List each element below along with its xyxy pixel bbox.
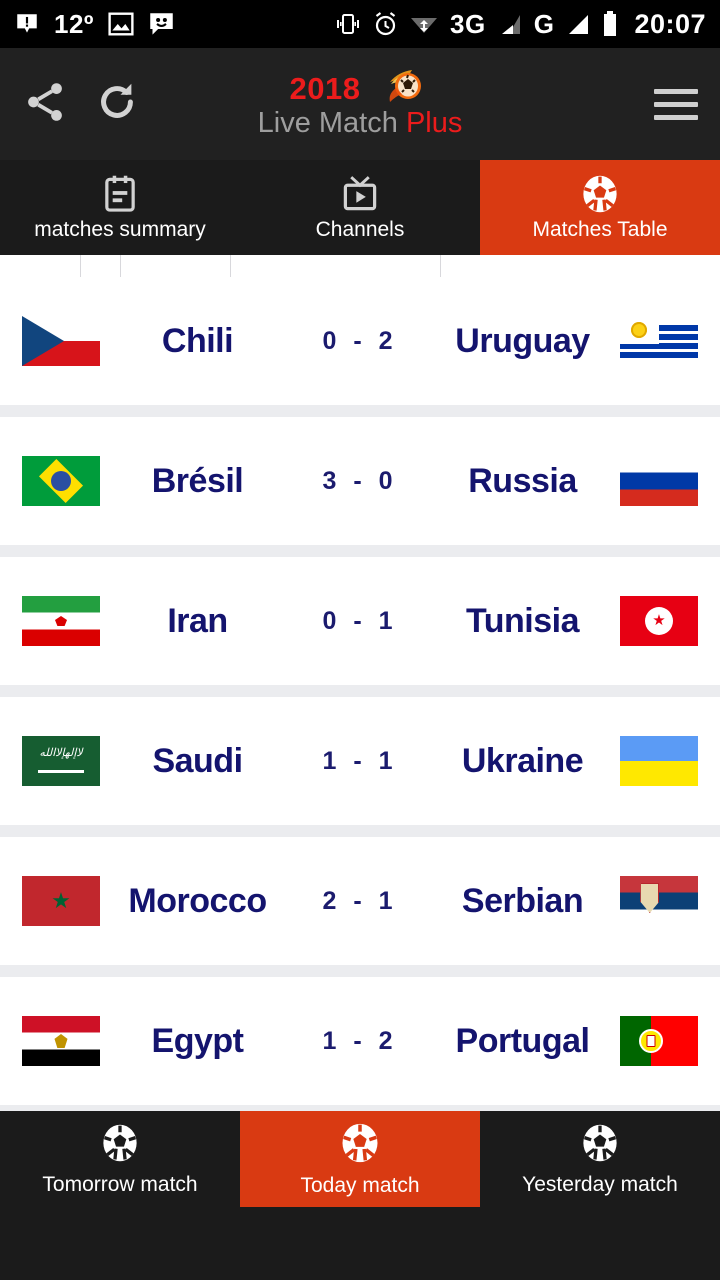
sms-smiley-icon [148, 12, 175, 37]
match-score: 3 - 0 [322, 466, 398, 495]
tunisia-flag [620, 596, 698, 646]
table-row[interactable]: Morocco 2 - 1 Serbian [0, 837, 720, 965]
home-team-name: Brésil [151, 461, 244, 500]
title-main: Live Match [257, 106, 398, 139]
alarm-icon [373, 12, 398, 36]
ukraine-flag [620, 736, 698, 786]
match-score: 1 - 1 [322, 746, 398, 775]
nav-item-today-match[interactable]: Today match [240, 1111, 480, 1207]
temperature-text: 12º [54, 8, 94, 39]
tab-channels[interactable]: Channels [240, 160, 480, 255]
home-team-name: Egypt [151, 1021, 244, 1060]
table-row[interactable]: Chili 0 - 2 Uruguay [0, 277, 720, 405]
screen-filler [0, 1207, 720, 1280]
tab-label: Matches Table [532, 218, 668, 241]
share-icon[interactable] [22, 79, 68, 130]
iran-flag [22, 596, 100, 646]
soccer-ball-icon [581, 1124, 619, 1167]
saudi-flag: لاإلهإلاالله [22, 736, 100, 786]
signal-icon [498, 13, 522, 36]
egypt-flag [22, 1016, 100, 1066]
status-bar: 12º 3G G 20:07 [0, 0, 720, 48]
match-score: 1 - 2 [322, 1026, 398, 1055]
home-team-name: Chili [161, 321, 234, 360]
image-icon [108, 12, 134, 36]
soccer-ball-icon [340, 1123, 380, 1168]
away-team-name: Serbian [461, 881, 584, 920]
hamburger-line [654, 88, 698, 94]
home-team-name: Iran [167, 601, 228, 640]
table-row[interactable]: لاإلهإلاالله Saudi 1 - 1 Ukraine [0, 697, 720, 825]
refresh-icon[interactable] [94, 79, 140, 130]
clock-text: 20:07 [634, 8, 706, 39]
network-3g-label: 3G [450, 8, 486, 39]
app-header: 2018 Live Match Plus [0, 48, 720, 160]
nav-item-yesterday-match[interactable]: Yesterday match [480, 1111, 720, 1207]
status-bar-right: 3G G 20:07 [335, 9, 706, 40]
soccer-ball-icon [101, 1124, 139, 1167]
table-row[interactable]: Egypt 1 - 2 Portugal [0, 977, 720, 1105]
away-team-name: Tunisia [466, 601, 580, 640]
title-bottom-row: Live Match Plus [258, 107, 463, 140]
match-score: 0 - 2 [322, 326, 398, 355]
russia-flag [620, 456, 698, 506]
away-team-name: Portugal [455, 1021, 590, 1060]
table-row[interactable]: Iran 0 - 1 Tunisia [0, 557, 720, 685]
title-accent: Plus [405, 106, 463, 139]
nav-label: Yesterday match [522, 1172, 678, 1196]
column-divider-lines [0, 255, 720, 277]
status-bar-left: 12º [14, 9, 175, 40]
matches-list[interactable]: Chili 0 - 2 Uruguay Brésil 3 - 0 Russia … [0, 255, 720, 1111]
morocco-flag [22, 876, 100, 926]
tab-bar: matches summary Channels Matches Table [0, 160, 720, 255]
data-transfer-icon [410, 12, 438, 36]
tv-icon [340, 175, 380, 213]
hamburger-line [654, 101, 698, 107]
tab-label: Channels [315, 218, 405, 241]
title-year: 2018 [289, 70, 361, 106]
title-top-row: 2018 [290, 69, 431, 109]
match-score: 2 - 1 [322, 886, 398, 915]
away-team-name: Ukraine [461, 741, 584, 780]
table-row[interactable]: Brésil 3 - 0 Russia [0, 417, 720, 545]
hamburger-menu-icon[interactable] [654, 88, 698, 120]
calendar-icon [102, 175, 138, 213]
nav-label: Today match [300, 1173, 420, 1197]
vibrate-icon [335, 12, 361, 36]
away-team-name: Uruguay [455, 321, 590, 360]
tab-label: matches summary [34, 218, 206, 241]
uruguay-flag [620, 316, 698, 366]
match-score: 0 - 1 [322, 606, 398, 635]
home-team-name: Morocco [128, 881, 267, 920]
home-team-name: Saudi [152, 741, 243, 780]
away-team-name: Russia [468, 461, 577, 500]
hamburger-line [654, 114, 698, 120]
alert-bubble-icon [14, 11, 40, 37]
portugal-flag [620, 1016, 698, 1066]
header-actions [22, 79, 140, 130]
tab-matches-table[interactable]: Matches Table [480, 160, 720, 255]
signal-icon [566, 13, 590, 36]
nav-item-tomorrow-match[interactable]: Tomorrow match [0, 1111, 240, 1207]
nav-label: Tomorrow match [42, 1172, 198, 1196]
network-g-label: G [533, 8, 555, 39]
battery-icon [602, 11, 618, 37]
czech-flag [22, 316, 100, 366]
serbia-flag [620, 876, 698, 926]
tab-matches-summary[interactable]: matches summary [0, 160, 240, 255]
soccer-ball-icon [581, 175, 619, 213]
bottom-navigation: Tomorrow match Today match Yesterday mat… [0, 1111, 720, 1207]
flaming-soccer-ball-icon [366, 66, 430, 111]
brazil-flag [22, 456, 100, 506]
